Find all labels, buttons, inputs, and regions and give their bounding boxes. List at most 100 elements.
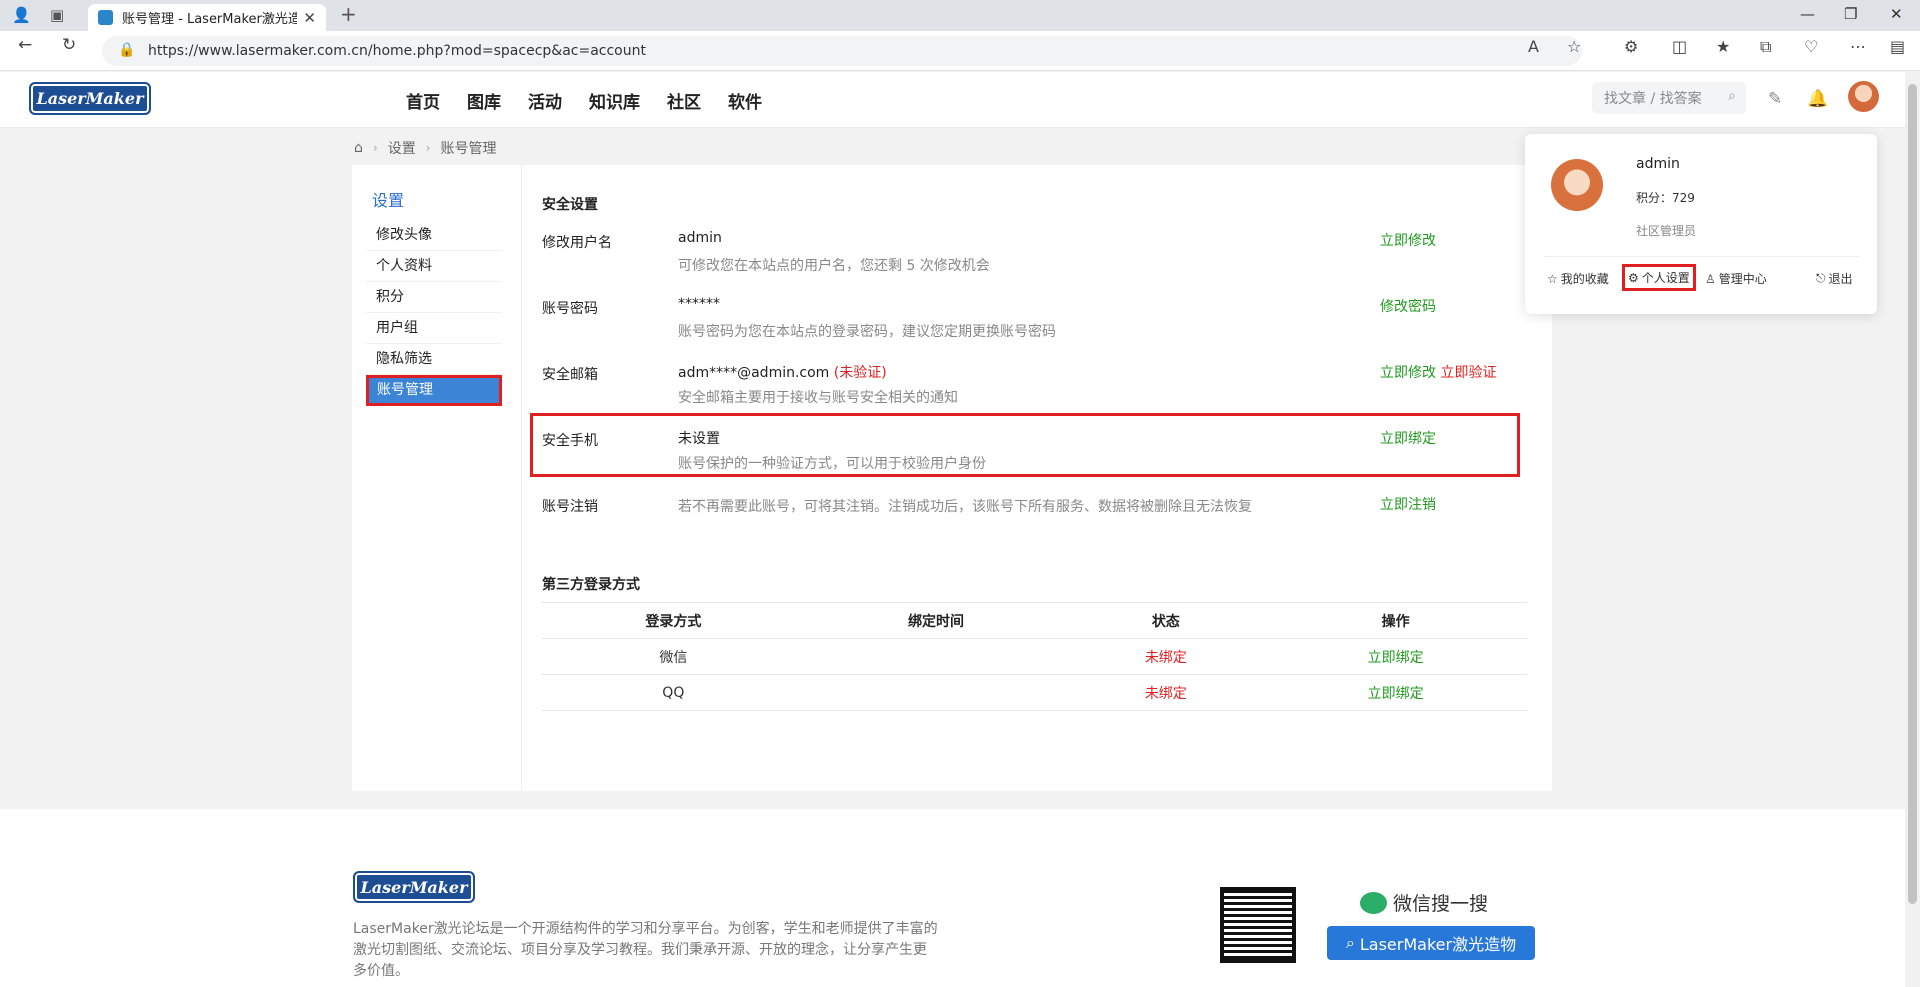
nav-item-home[interactable]: 首页: [406, 88, 440, 113]
sidebar-item-privacy[interactable]: 隐私筛选: [366, 344, 502, 375]
close-window-icon[interactable]: ✕: [1890, 5, 1903, 23]
bind-wechat-link[interactable]: 立即绑定: [1264, 638, 1527, 675]
breadcrumb-settings[interactable]: 设置: [388, 138, 416, 158]
site-logo[interactable]: LaserMaker: [29, 82, 151, 115]
minimize-icon[interactable]: —: [1800, 5, 1815, 23]
breadcrumb: ⌂ › 设置 › 账号管理: [354, 138, 497, 158]
sidebar-item-profile[interactable]: 个人资料: [366, 251, 502, 282]
address-bar-row: ← ↻ 🔒 https://www.lasermaker.com.cn/home…: [0, 31, 1920, 71]
bind-status: 未绑定: [1067, 638, 1265, 675]
row-desc: 账号保护的一种验证方式，可以用于校验用户身份: [678, 456, 986, 472]
row-password: 账号密码 ****** 账号密码为您在本站点的登录密码，建议您定期更换账号密码 …: [542, 288, 1527, 348]
user-name[interactable]: admin: [1636, 156, 1680, 172]
browser-essentials-icon[interactable]: ♡: [1804, 37, 1818, 56]
admin-center-link[interactable]: ♙ 管理中心: [1705, 270, 1767, 287]
settings-sidebar: 设置 修改头像 个人资料 积分 用户组 隐私筛选 账号管理: [352, 165, 522, 791]
scrollbar-thumb[interactable]: [1908, 84, 1917, 904]
my-favorites-label: 我的收藏: [1560, 272, 1609, 286]
home-icon[interactable]: ⌂: [354, 140, 363, 156]
logout-link[interactable]: ⎋ 退出: [1816, 270, 1853, 287]
row-desc: 安全邮箱主要用于接收与账号安全相关的通知: [678, 390, 958, 406]
sidebar-toggle-icon[interactable]: ▤: [1890, 37, 1905, 56]
my-favorites-link[interactable]: ☆ 我的收藏: [1547, 270, 1609, 287]
header-avatar[interactable]: [1848, 81, 1879, 112]
close-tab-icon[interactable]: ✕: [303, 9, 316, 27]
personal-settings-label: 个人设置: [1641, 271, 1690, 285]
page-scrollbar[interactable]: [1905, 72, 1920, 987]
search-icon[interactable]: ⌕: [1728, 88, 1736, 104]
tab-actions-icon[interactable]: ▣: [50, 6, 64, 24]
profile-icon[interactable]: 👤: [12, 6, 31, 24]
split-screen-icon[interactable]: ◫: [1672, 37, 1687, 56]
gear-icon: ⚙: [1628, 270, 1639, 285]
row-username: 修改用户名 admin 可修改您在本站点的用户名，您还剩 5 次修改机会 立即修…: [542, 222, 1527, 282]
nav-item-community[interactable]: 社区: [667, 88, 701, 113]
row-value: 未设置: [678, 431, 720, 447]
table-header-row: 登录方式 绑定时间 状态 操作: [542, 602, 1527, 639]
read-aloud-icon[interactable]: A: [1528, 37, 1539, 56]
logout-label: 退出: [1828, 272, 1853, 286]
row-phone: 安全手机 未设置 账号保护的一种验证方式，可以用于校验用户身份 立即绑定: [530, 413, 1527, 480]
footer-description: LaserMaker激光论坛是一个开源结构件的学习和分享平台。为创客，学生和老师…: [353, 921, 938, 979]
site-header: LaserMaker 首页 图库 活动 知识库 社区 软件 找文章 / 找答案 …: [0, 72, 1905, 128]
user-avatar[interactable]: [1551, 159, 1603, 211]
wechat-icon: [1360, 891, 1387, 914]
sidebar-item-points[interactable]: 积分: [366, 282, 502, 313]
unverified-badge: (未验证): [833, 365, 887, 381]
nav-item-software[interactable]: 软件: [728, 88, 762, 113]
bind-time: [804, 638, 1068, 675]
settings-card: 设置 修改头像 个人资料 积分 用户组 隐私筛选 账号管理 安全设置 修改用户名…: [352, 165, 1552, 791]
bind-time: [804, 674, 1068, 711]
row-label: 安全手机: [542, 433, 598, 449]
row-label: 修改用户名: [542, 235, 612, 251]
breadcrumb-separator-icon: ›: [372, 141, 378, 155]
site-search-input[interactable]: 找文章 / 找答案 ⌕: [1592, 82, 1746, 114]
restore-icon[interactable]: ❐: [1844, 5, 1857, 23]
divider: [1545, 256, 1859, 257]
footer-logo[interactable]: LaserMaker: [353, 871, 475, 903]
site-favicon-icon: [98, 10, 113, 25]
row-desc: 若不再需要此账号，可将其注销。注销成功后，该账号下所有服务、数据将被删除且无法恢…: [678, 499, 1252, 515]
table-row: 微信 未绑定 立即绑定: [542, 638, 1527, 675]
personal-settings-link[interactable]: ⚙ 个人设置: [1622, 264, 1696, 291]
row-desc: 可修改您在本站点的用户名，您还剩 5 次修改机会: [678, 258, 990, 274]
bind-qq-link[interactable]: 立即绑定: [1264, 674, 1527, 711]
refresh-icon[interactable]: ↻: [62, 35, 76, 55]
column-header: 状态: [1067, 602, 1265, 639]
verify-email-link[interactable]: 立即验证: [1440, 365, 1496, 381]
new-tab-icon[interactable]: +: [340, 2, 357, 26]
admin-center-label: 管理中心: [1718, 272, 1767, 286]
nav-item-knowledge[interactable]: 知识库: [589, 88, 640, 113]
star-icon: ☆: [1547, 271, 1558, 286]
post-edit-icon[interactable]: ✎: [1768, 89, 1782, 109]
change-password-link[interactable]: 修改密码: [1380, 296, 1436, 316]
column-header: 登录方式: [542, 602, 805, 639]
nav-item-events[interactable]: 活动: [528, 88, 562, 113]
wechat-button-label: LaserMaker激光造物: [1359, 935, 1517, 954]
browser-tab[interactable]: 账号管理 - LaserMaker激光造物 ✕: [88, 4, 326, 31]
sidebar-item-avatar[interactable]: 修改头像: [366, 220, 502, 251]
sidebar-item-account[interactable]: 账号管理: [366, 375, 502, 406]
more-menu-icon[interactable]: ⋯: [1850, 37, 1866, 56]
collections-icon[interactable]: ⧉: [1760, 37, 1771, 57]
nav-item-gallery[interactable]: 图库: [467, 88, 501, 113]
favorites-icon[interactable]: ★: [1716, 37, 1730, 56]
column-header: 操作: [1264, 602, 1527, 639]
change-email-link[interactable]: 立即修改: [1380, 365, 1436, 381]
wechat-search: 微信搜一搜: [1360, 889, 1488, 916]
url-field[interactable]: 🔒 https://www.lasermaker.com.cn/home.php…: [102, 36, 1582, 66]
table-row: QQ 未绑定 立即绑定: [542, 674, 1527, 711]
notification-bell-icon[interactable]: 🔔: [1807, 89, 1828, 109]
row-value: ******: [678, 296, 720, 312]
favorite-star-icon[interactable]: ☆: [1567, 37, 1581, 56]
wechat-search-button[interactable]: ⌕ LaserMaker激光造物: [1327, 926, 1535, 960]
bind-phone-link[interactable]: 立即绑定: [1380, 428, 1436, 448]
sidebar-item-usergroup[interactable]: 用户组: [366, 313, 502, 344]
login-method: QQ: [542, 674, 805, 711]
wechat-qr-code: [1220, 887, 1296, 963]
delete-account-link[interactable]: 立即注销: [1380, 494, 1436, 514]
back-icon[interactable]: ←: [18, 35, 32, 55]
main-nav: 首页 图库 活动 知识库 社区 软件: [406, 88, 789, 113]
extensions-icon[interactable]: ⚙: [1624, 37, 1638, 56]
change-username-link[interactable]: 立即修改: [1380, 230, 1436, 250]
